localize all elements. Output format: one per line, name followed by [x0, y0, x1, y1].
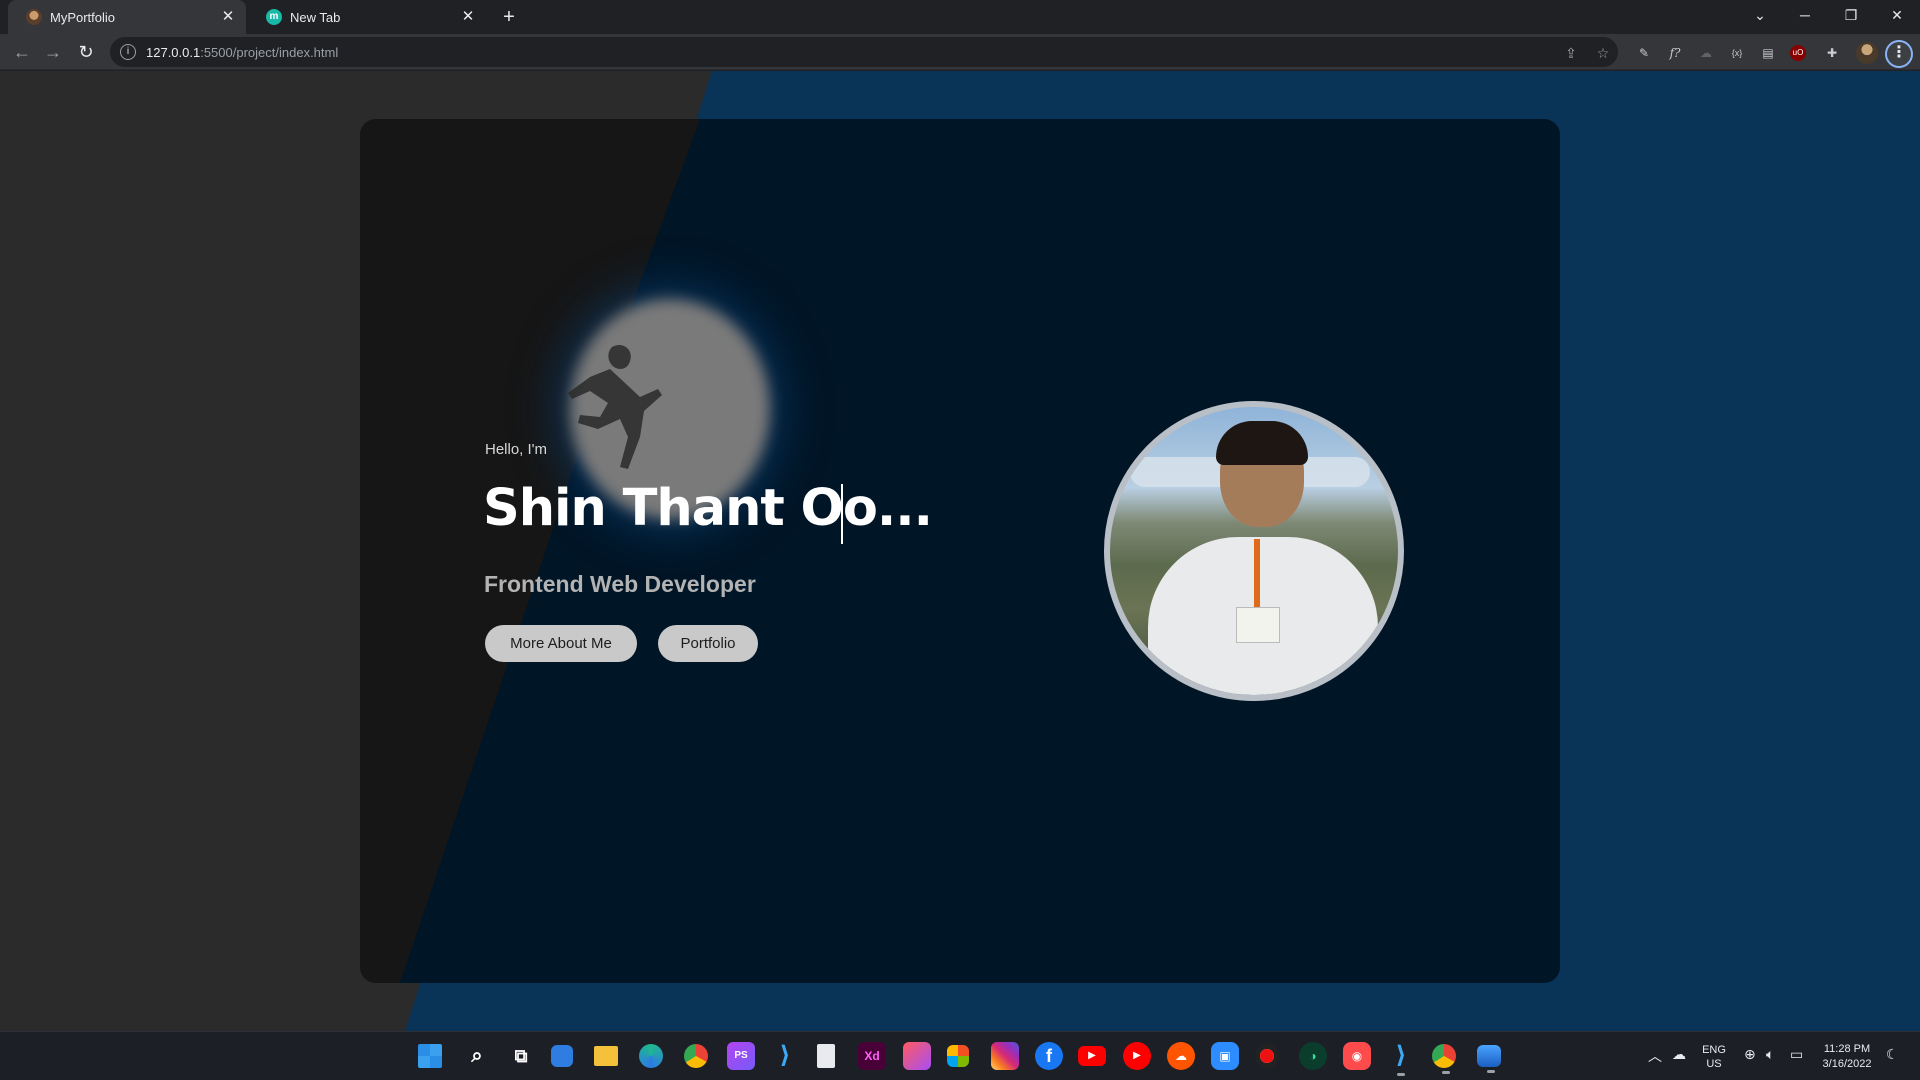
extension-cloud-icon[interactable]: ☁ — [1696, 43, 1716, 63]
youtube-music-icon[interactable]: ▶ — [1123, 1042, 1151, 1070]
restore-button[interactable]: ❐ — [1828, 0, 1874, 30]
url-host: 127.0.0.1 — [146, 44, 201, 60]
record-icon[interactable] — [1255, 1044, 1279, 1068]
share-icon[interactable]: ⇪ — [1562, 44, 1580, 62]
widgets-icon[interactable] — [551, 1045, 573, 1067]
photo-app-icon[interactable]: ◉ — [1343, 1042, 1371, 1070]
site-info-icon[interactable]: i — [120, 44, 136, 60]
hero-card: Hello, I'm Shin Thant Oo... Frontend Web… — [360, 119, 1560, 983]
address-bar[interactable]: i 127.0.0.1:5500/project/index.html ⇪ ☆ — [110, 37, 1618, 67]
extension-ublock-icon[interactable]: uO — [1790, 45, 1806, 61]
edge-icon[interactable] — [639, 1044, 663, 1068]
minimize-button[interactable]: ─ — [1782, 0, 1828, 30]
phpstorm-icon[interactable]: PS — [727, 1042, 755, 1070]
bookmark-star-icon[interactable]: ☆ — [1594, 44, 1612, 62]
page-viewport: Hello, I'm Shin Thant Oo... Frontend Web… — [0, 71, 1920, 1031]
extension-json-icon[interactable]: {x} — [1727, 43, 1747, 63]
show-hidden-icons-chevron-icon[interactable]: ︿ — [1648, 1046, 1662, 1066]
onedrive-icon[interactable]: ☁ — [1672, 1046, 1686, 1063]
profile-avatar[interactable] — [1856, 42, 1878, 64]
close-window-button[interactable]: ✕ — [1874, 0, 1920, 30]
chrome-icon[interactable] — [684, 1044, 708, 1068]
clock-time: 11:28 PM — [1823, 1043, 1871, 1055]
region-code: US — [1706, 1058, 1722, 1070]
extension-reader-icon[interactable]: ▤ — [1758, 43, 1778, 63]
extension-fx-icon[interactable]: f? — [1665, 43, 1685, 63]
clock-date: 3/16/2022 — [1822, 1058, 1872, 1070]
tab-title: MyPortfolio — [50, 9, 116, 25]
hero-role: Frontend Web Developer — [484, 571, 756, 597]
climber-silhouette — [568, 344, 662, 469]
adobe-xd-icon[interactable]: Xd — [858, 1042, 886, 1070]
language-code: ENG — [1702, 1044, 1726, 1056]
tab-new-tab[interactable]: m New Tab ✕ — [248, 0, 486, 34]
new-tab-button[interactable]: + — [497, 5, 521, 29]
tab-title: New Tab — [290, 9, 341, 25]
browser-menu-button[interactable]: ⋮ — [1885, 40, 1913, 68]
task-view-icon[interactable]: ⧉ — [507, 1042, 535, 1070]
back-button[interactable]: ← — [10, 40, 34, 64]
photos-icon[interactable] — [1477, 1045, 1501, 1073]
start-icon[interactable] — [418, 1044, 442, 1068]
facebook-icon[interactable]: f — [1035, 1042, 1063, 1070]
portfolio-button[interactable]: Portfolio — [658, 625, 758, 662]
language-indicator[interactable]: ENG US — [1697, 1043, 1731, 1071]
network-icon[interactable]: ⊕ — [1744, 1046, 1756, 1063]
store-icon[interactable] — [947, 1045, 969, 1067]
creative-cloud-icon[interactable] — [903, 1042, 931, 1070]
photo-person-hair — [1216, 421, 1308, 465]
youtube-icon[interactable]: ▶ — [1078, 1046, 1106, 1066]
url-path: :5500/project/index.html — [200, 44, 339, 60]
tab-search-icon[interactable]: ⌄ — [1737, 0, 1783, 30]
tab-bar: MyPortfolio ✕ m New Tab ✕ + ⌄ ─ ❐ ✕ — [0, 0, 1920, 34]
profile-photo — [1104, 401, 1404, 701]
typing-caret — [841, 484, 843, 544]
volume-icon[interactable]: 🔈︎ — [1766, 1046, 1774, 1063]
more-about-me-button[interactable]: More About Me — [485, 625, 637, 662]
greeting-text: Hello, I'm — [485, 441, 548, 458]
vscode-icon[interactable]: ⟩ — [1387, 1042, 1415, 1076]
notifications-moon-icon[interactable]: ☾ — [1886, 1046, 1899, 1063]
new-tab-favicon-icon: m — [266, 9, 282, 25]
reload-button[interactable]: ↻ — [74, 40, 98, 64]
hero-name: Shin Thant Oo... — [483, 479, 933, 538]
close-tab-icon[interactable]: ✕ — [460, 9, 476, 25]
battery-icon[interactable]: ▭ — [1790, 1046, 1803, 1063]
vscode-icon[interactable]: ⟩ — [771, 1042, 799, 1070]
search-icon[interactable]: ⌕ — [463, 1042, 491, 1070]
chrome-icon[interactable] — [1432, 1044, 1456, 1074]
zoom-icon[interactable]: ▣ — [1211, 1042, 1239, 1070]
instagram-icon[interactable] — [991, 1042, 1019, 1070]
photo-id-badge — [1236, 607, 1280, 643]
file-explorer-icon[interactable] — [594, 1046, 618, 1066]
clock-app-icon[interactable]: ◑ — [1299, 1042, 1327, 1070]
notepad-icon[interactable] — [817, 1044, 835, 1068]
close-tab-icon[interactable]: ✕ — [220, 9, 236, 25]
extensions-puzzle-icon[interactable]: ✚ — [1822, 43, 1842, 63]
portfolio-favicon-icon — [26, 9, 42, 25]
clock[interactable]: 11:28 PM 3/16/2022 — [1815, 1042, 1879, 1072]
photo-lanyard — [1254, 539, 1260, 609]
extension-pen-icon[interactable]: ✎ — [1634, 43, 1654, 63]
url-text: 127.0.0.1:5500/project/index.html — [146, 45, 338, 60]
tab-myportfolio[interactable]: MyPortfolio ✕ — [8, 0, 246, 34]
soundcloud-icon[interactable]: ☁ — [1167, 1042, 1195, 1070]
windows-taskbar: ⌕ ⧉ PS ⟩ Xd f ▶ ▶ ☁ ▣ ◑ ◉ ⟩ ︿ ☁ ENG US ⊕… — [0, 1031, 1920, 1080]
forward-button[interactable]: → — [41, 40, 65, 64]
browser-toolbar: ← → ↻ i 127.0.0.1:5500/project/index.htm… — [0, 34, 1920, 70]
